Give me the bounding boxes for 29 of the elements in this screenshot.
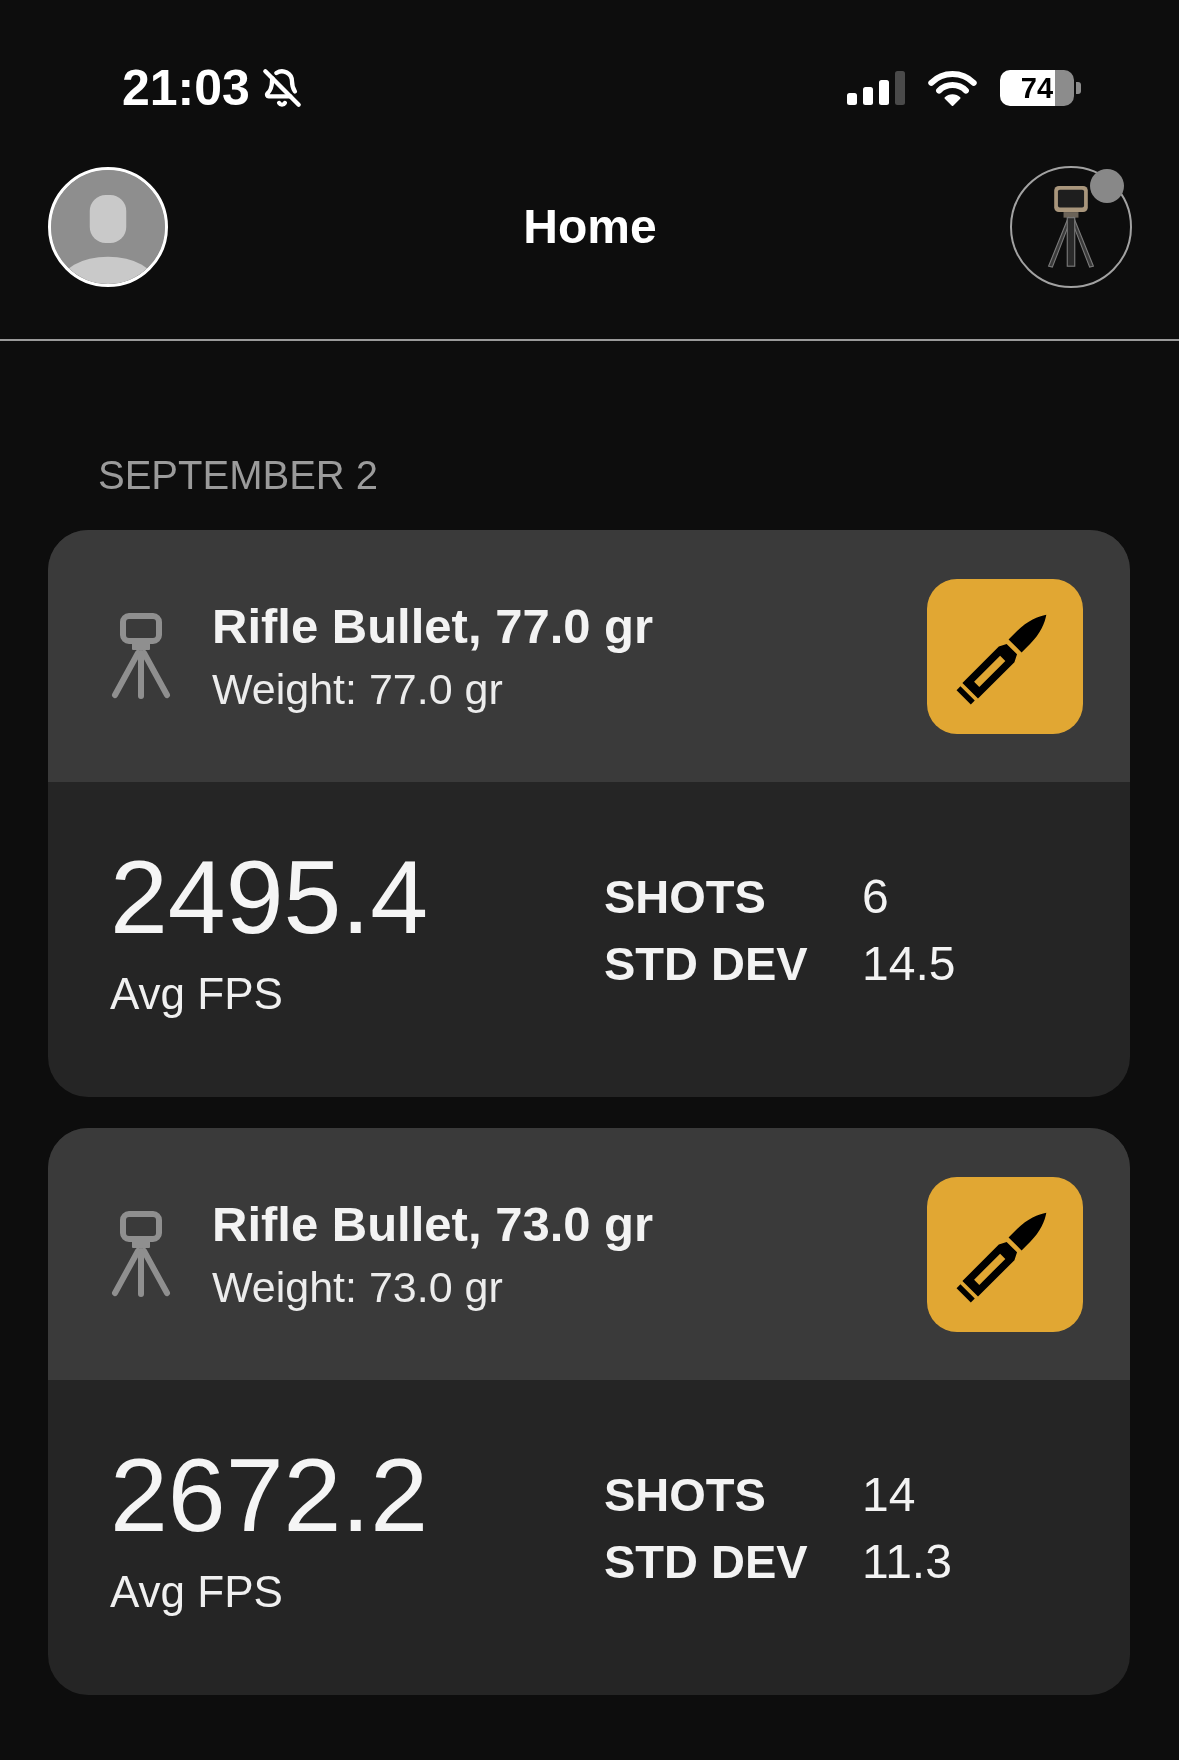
average-value: 2495.4 <box>110 839 429 955</box>
camera-tripod-icon <box>110 612 172 700</box>
session-card[interactable]: Rifle Bullet, 77.0 gr Weight: 77.0 gr 2495.4 Avg FPS SHOTS 6 STD DEV 14.5 <box>48 530 1130 1097</box>
stat-value: 6 <box>862 869 889 925</box>
stat-label: SHOTS <box>604 1467 766 1523</box>
person-silhouette-icon <box>51 170 165 284</box>
cellular-signal-icon <box>847 71 905 105</box>
page-title: Home <box>523 199 657 255</box>
session-subtitle: Weight: 77.0 gr <box>212 664 504 715</box>
stat-label: STD DEV <box>604 1534 808 1590</box>
session-subtitle: Weight: 73.0 gr <box>212 1262 504 1313</box>
bullet-button[interactable] <box>927 1176 1083 1332</box>
stat-label: SHOTS <box>604 869 766 925</box>
stat-value: 14 <box>862 1467 916 1523</box>
average-value: 2672.2 <box>110 1437 429 1553</box>
date-heading: SEPTEMBER 2 <box>97 452 380 499</box>
stat-value: 14.5 <box>862 936 956 992</box>
session-card[interactable]: Rifle Bullet, 73.0 gr Weight: 73.0 gr 2672.2 Avg FPS SHOTS 14 STD DEV 11.3 <box>48 1128 1130 1695</box>
average-label: Avg FPS <box>110 968 283 1020</box>
session-title: Rifle Bullet, 77.0 gr <box>212 598 655 655</box>
average-label: Avg FPS <box>110 1566 283 1618</box>
battery-indicator: 74 <box>1000 70 1081 106</box>
clock-time: 21:03 <box>122 60 250 116</box>
camera-tripod-icon <box>110 1210 172 1298</box>
wifi-icon <box>927 69 978 107</box>
session-title: Rifle Bullet, 73.0 gr <box>212 1196 655 1253</box>
stat-label: STD DEV <box>604 936 808 992</box>
bullet-button[interactable] <box>927 578 1083 734</box>
stat-value: 11.3 <box>862 1534 952 1590</box>
